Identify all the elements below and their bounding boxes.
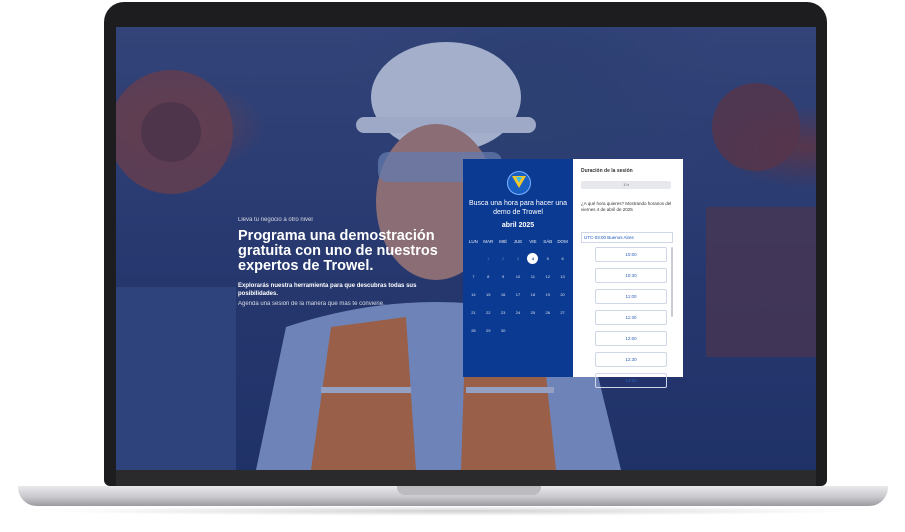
calendar-panel: Busca una hora para hacer una demo de Tr… [463, 159, 573, 377]
hero-text: Lleva tu negocio a otro nivel Programa u… [238, 217, 458, 308]
calendar-day[interactable]: 20 [555, 289, 570, 300]
weekday-label: SÁB [543, 239, 553, 244]
hero-eyebrow: Lleva tu negocio a otro nivel [238, 217, 313, 223]
calendar-day[interactable]: 29 [481, 325, 496, 336]
trowel-logo-icon [507, 171, 531, 195]
time-slots-panel: Duración de la sesión 1 h ¿A qué hora qu… [573, 159, 683, 388]
time-slot-list: 10:00 10:30 11:00 11:30 12:00 12:30 13:0… [595, 247, 667, 394]
calendar-day[interactable]: 8 [481, 271, 496, 282]
calendar-day[interactable]: 28 [466, 325, 481, 336]
time-question: ¿A qué hora quieres? Mostrando horarios … [581, 201, 672, 212]
calendar-day[interactable]: 18 [525, 289, 540, 300]
weekday-label: MAR [483, 239, 494, 244]
hero-subline: Explorarás nuestra herramienta para que … [238, 283, 417, 297]
weekday-label: LUN [468, 239, 478, 244]
time-slot-button[interactable]: 11:00 [595, 289, 667, 304]
calendar-day-empty [466, 253, 481, 264]
calendar-day[interactable]: 21 [466, 307, 481, 318]
calendar-day[interactable]: 23 [496, 307, 511, 318]
time-slot-button[interactable]: 12:30 [595, 352, 667, 367]
hero-subline-secondary: Agenda una sesión de la manera que más t… [238, 301, 385, 307]
calendar-day[interactable]: 19 [540, 289, 555, 300]
calendar-day[interactable]: 30 [496, 325, 511, 336]
duration-label: Duración de la sesión [581, 168, 633, 174]
calendar-day[interactable]: 7 [466, 271, 481, 282]
time-slot-button[interactable]: 13:00 [595, 373, 667, 388]
slot-list-scrollbar[interactable] [671, 247, 673, 317]
time-slot-button[interactable]: 10:00 [595, 247, 667, 262]
calendar-day[interactable]: 16 [496, 289, 511, 300]
laptop-shadow [40, 506, 866, 516]
calendar-day[interactable]: 24 [511, 307, 526, 318]
time-slot-button[interactable]: 11:30 [595, 310, 667, 325]
calendar-day[interactable]: 2 [496, 253, 511, 264]
calendar-day[interactable]: 17 [511, 289, 526, 300]
calendar-day[interactable]: 10 [511, 271, 526, 282]
calendar-day[interactable]: 25 [525, 307, 540, 318]
calendar-day[interactable]: 14 [466, 289, 481, 300]
calendar-month[interactable]: abril 2025 [463, 222, 573, 229]
timezone-select[interactable]: UTC-03:00 Buenos Aires [581, 232, 673, 243]
laptop-bottom-bezel [116, 470, 816, 486]
weekday-label: DOM [557, 239, 568, 244]
calendar-title: Busca una hora para hacer una demo de Tr… [468, 200, 568, 216]
calendar-day[interactable]: 11 [525, 271, 540, 282]
calendar-day[interactable]: 12 [540, 271, 555, 282]
weekday-label: MIÉ [499, 239, 508, 244]
hero-headline: Programa una demostración gratuita con u… [238, 228, 438, 274]
weekday-label: JUE [513, 239, 523, 244]
calendar-day[interactable]: 1 [481, 253, 496, 264]
weekday-label: VIE [529, 239, 537, 244]
calendar-day[interactable]: 22 [481, 307, 496, 318]
duration-select[interactable]: 1 h [581, 181, 671, 189]
calendar-day[interactable]: 27 [555, 307, 570, 318]
time-slot-button[interactable]: 12:00 [595, 331, 667, 346]
calendar-day[interactable]: 26 [540, 307, 555, 318]
calendar-day[interactable]: 13 [555, 271, 570, 282]
calendar-weekdays: LUN MAR MIÉ JUE VIE SÁB DOM [466, 239, 570, 244]
calendar-day[interactable]: 9 [496, 271, 511, 282]
calendar-day[interactable]: 4 [527, 253, 539, 264]
laptop-screen: Lleva tu negocio a otro nivel Programa u… [116, 27, 816, 470]
calendar-days-grid: 1 2 3 4 5 6 7 8 9 10 11 12 13 14 15 16 17 18 19 20 21 22 23 24 2… [466, 253, 570, 336]
calendar-day[interactable]: 5 [540, 253, 555, 264]
calendar-day[interactable]: 3 [511, 253, 526, 264]
calendar-day[interactable]: 15 [481, 289, 496, 300]
calendar-day[interactable]: 6 [555, 253, 570, 264]
time-slot-button[interactable]: 10:30 [595, 268, 667, 283]
laptop-opening-notch [397, 486, 541, 495]
